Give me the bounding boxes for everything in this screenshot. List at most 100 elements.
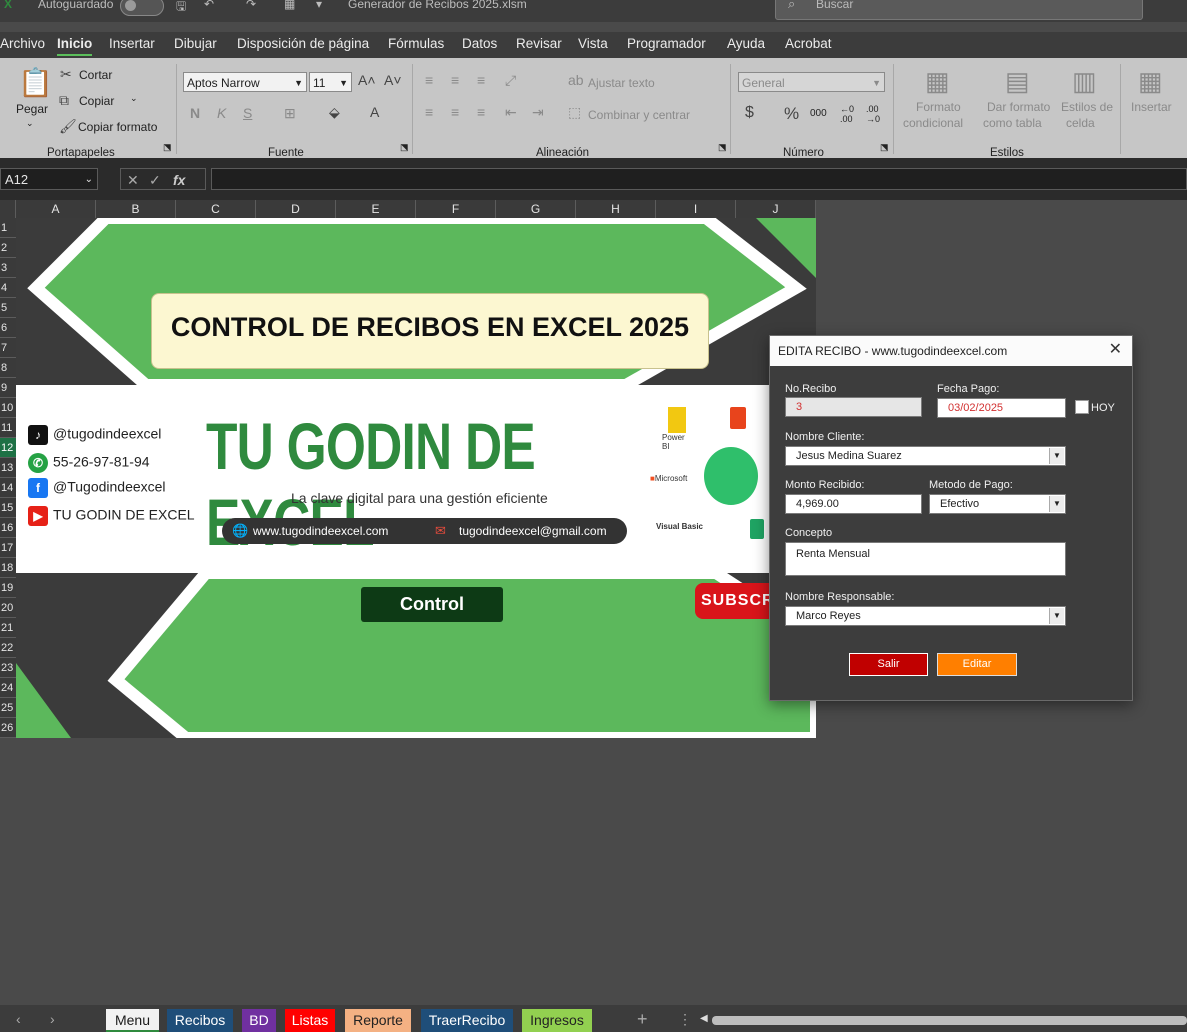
font-launcher-icon[interactable]: ⬔: [400, 142, 409, 153]
shrink-font-icon[interactable]: A˅: [384, 72, 402, 88]
font-color-icon[interactable]: A: [370, 104, 379, 120]
enter-icon[interactable]: ✓: [149, 169, 161, 191]
tab-formulas[interactable]: Fórmulas: [388, 36, 444, 51]
copy-button[interactable]: Copiar: [79, 94, 114, 108]
bold-button[interactable]: N: [190, 105, 200, 121]
column-header[interactable]: G: [496, 200, 576, 218]
form-icon[interactable]: ▦: [284, 0, 295, 11]
column-header[interactable]: H: [576, 200, 656, 218]
conditional-format-label-1[interactable]: Formato: [916, 100, 961, 114]
row-header[interactable]: 25: [0, 698, 16, 718]
cell-styles-icon[interactable]: ▥: [1072, 66, 1097, 97]
sheet-tab-listas[interactable]: Listas: [285, 1009, 335, 1032]
tab-inicio[interactable]: Inicio: [57, 36, 93, 56]
row-header[interactable]: 6: [0, 318, 16, 338]
salir-button[interactable]: Salir: [849, 653, 928, 676]
worksheet-canvas[interactable]: CONTROL DE RECIBOS EN EXCEL 2025 ♪ @tugod…: [16, 218, 816, 738]
sheet-tab-bd[interactable]: BD: [242, 1009, 276, 1032]
copy-dropdown-icon[interactable]: ⌄: [130, 93, 138, 104]
select-all-corner[interactable]: [0, 200, 16, 218]
tab-revisar[interactable]: Revisar: [516, 36, 562, 51]
format-as-table-label-2[interactable]: como tabla: [983, 116, 1042, 130]
insert-function-button[interactable]: fx: [173, 169, 185, 191]
paste-dropdown-icon[interactable]: ⌄: [26, 118, 34, 129]
align-middle-icon[interactable]: ≡: [451, 72, 459, 88]
sheet-tab-menu[interactable]: Menu: [106, 1009, 159, 1032]
column-header[interactable]: I: [656, 200, 736, 218]
save-icon[interactable]: 🖫: [176, 0, 186, 18]
paste-button[interactable]: Pegar: [16, 102, 48, 116]
column-header[interactable]: A: [16, 200, 96, 218]
italic-button[interactable]: K: [217, 105, 226, 121]
monto-field[interactable]: 4,969.00: [785, 494, 922, 514]
align-left-icon[interactable]: ≡: [425, 104, 433, 120]
cell-styles-label-2[interactable]: celda: [1066, 116, 1095, 130]
sheet-tab-ingresos[interactable]: Ingresos: [522, 1009, 592, 1032]
thousands-button[interactable]: 000: [810, 108, 827, 119]
row-header[interactable]: 13: [0, 458, 16, 478]
increase-indent-icon[interactable]: ⇥: [532, 104, 544, 121]
tab-disposicion[interactable]: Disposición de página: [237, 36, 369, 51]
tab-programador[interactable]: Programador: [627, 36, 706, 51]
row-header[interactable]: 23: [0, 658, 16, 678]
tab-dibujar[interactable]: Dibujar: [174, 36, 217, 51]
orientation-icon[interactable]: ⤢: [505, 72, 516, 89]
row-header[interactable]: 7: [0, 338, 16, 358]
row-header[interactable]: 24: [0, 678, 16, 698]
row-header[interactable]: 16: [0, 518, 16, 538]
concepto-field[interactable]: Renta Mensual: [785, 542, 1066, 576]
row-header[interactable]: 15: [0, 498, 16, 518]
cell-styles-label-1[interactable]: Estilos de: [1061, 100, 1113, 114]
row-header[interactable]: 21: [0, 618, 16, 638]
row-header[interactable]: 8: [0, 358, 16, 378]
grow-font-icon[interactable]: A˄: [358, 72, 376, 88]
social-facebook[interactable]: f @Tugodindeexcel: [28, 478, 166, 498]
website-link[interactable]: www.tugodindeexcel.com: [253, 524, 388, 538]
column-header[interactable]: F: [416, 200, 496, 218]
alignment-launcher-icon[interactable]: ⬔: [718, 142, 727, 153]
chevron-down-icon[interactable]: ▼: [1049, 448, 1064, 464]
row-header[interactable]: 3: [0, 258, 16, 278]
number-launcher-icon[interactable]: ⬔: [880, 142, 889, 153]
format-painter-icon[interactable]: 🖌: [59, 118, 77, 135]
row-header[interactable]: 20: [0, 598, 16, 618]
insert-cells-icon[interactable]: ▦: [1138, 66, 1163, 97]
sheet-tab-recibos[interactable]: Recibos: [167, 1009, 233, 1032]
editar-button[interactable]: Editar: [937, 653, 1017, 676]
tab-vista[interactable]: Vista: [578, 36, 608, 51]
number-format-select[interactable]: General ▼: [738, 72, 885, 92]
borders-icon[interactable]: ⊞: [284, 105, 296, 122]
clipboard-launcher-icon[interactable]: ⬔: [163, 142, 172, 153]
tab-datos[interactable]: Datos: [462, 36, 497, 51]
more-options-icon[interactable]: ⋮: [678, 1011, 692, 1028]
no-recibo-field[interactable]: 3: [785, 397, 922, 417]
control-button[interactable]: Control: [361, 587, 503, 622]
close-icon[interactable]: ✕: [1109, 342, 1122, 358]
customize-qat-icon[interactable]: ▾: [316, 0, 322, 11]
sheet-tab-traerrecibo[interactable]: TraerRecibo: [421, 1009, 513, 1032]
currency-button[interactable]: $: [745, 104, 754, 122]
scroll-right-icon[interactable]: ›: [50, 1011, 55, 1027]
copy-icon[interactable]: ⧉: [59, 92, 69, 109]
row-header[interactable]: 1: [0, 218, 16, 238]
format-as-table-label-1[interactable]: Dar formato: [987, 100, 1050, 114]
decrease-indent-icon[interactable]: ⇤: [505, 104, 517, 121]
row-header[interactable]: 26: [0, 718, 16, 738]
row-header[interactable]: 18: [0, 558, 16, 578]
tab-acrobat[interactable]: Acrobat: [785, 36, 832, 51]
align-top-icon[interactable]: ≡: [425, 72, 433, 88]
merge-center-button[interactable]: Combinar y centrar: [588, 108, 690, 122]
search-box[interactable]: ⌕ Buscar: [775, 0, 1143, 20]
row-header[interactable]: 17: [0, 538, 16, 558]
wrap-text-icon[interactable]: ab: [568, 72, 584, 88]
cliente-select[interactable]: Jesus Medina Suarez ▼: [785, 446, 1066, 466]
add-sheet-icon[interactable]: +: [637, 1009, 648, 1030]
row-header[interactable]: 22: [0, 638, 16, 658]
font-size-select[interactable]: 11 ▼: [309, 72, 352, 92]
row-header[interactable]: 19: [0, 578, 16, 598]
conditional-format-label-2[interactable]: condicional: [903, 116, 963, 130]
row-header[interactable]: 10: [0, 398, 16, 418]
row-header[interactable]: 2: [0, 238, 16, 258]
row-header[interactable]: 4: [0, 278, 16, 298]
undo-icon[interactable]: ↶: [204, 0, 214, 11]
